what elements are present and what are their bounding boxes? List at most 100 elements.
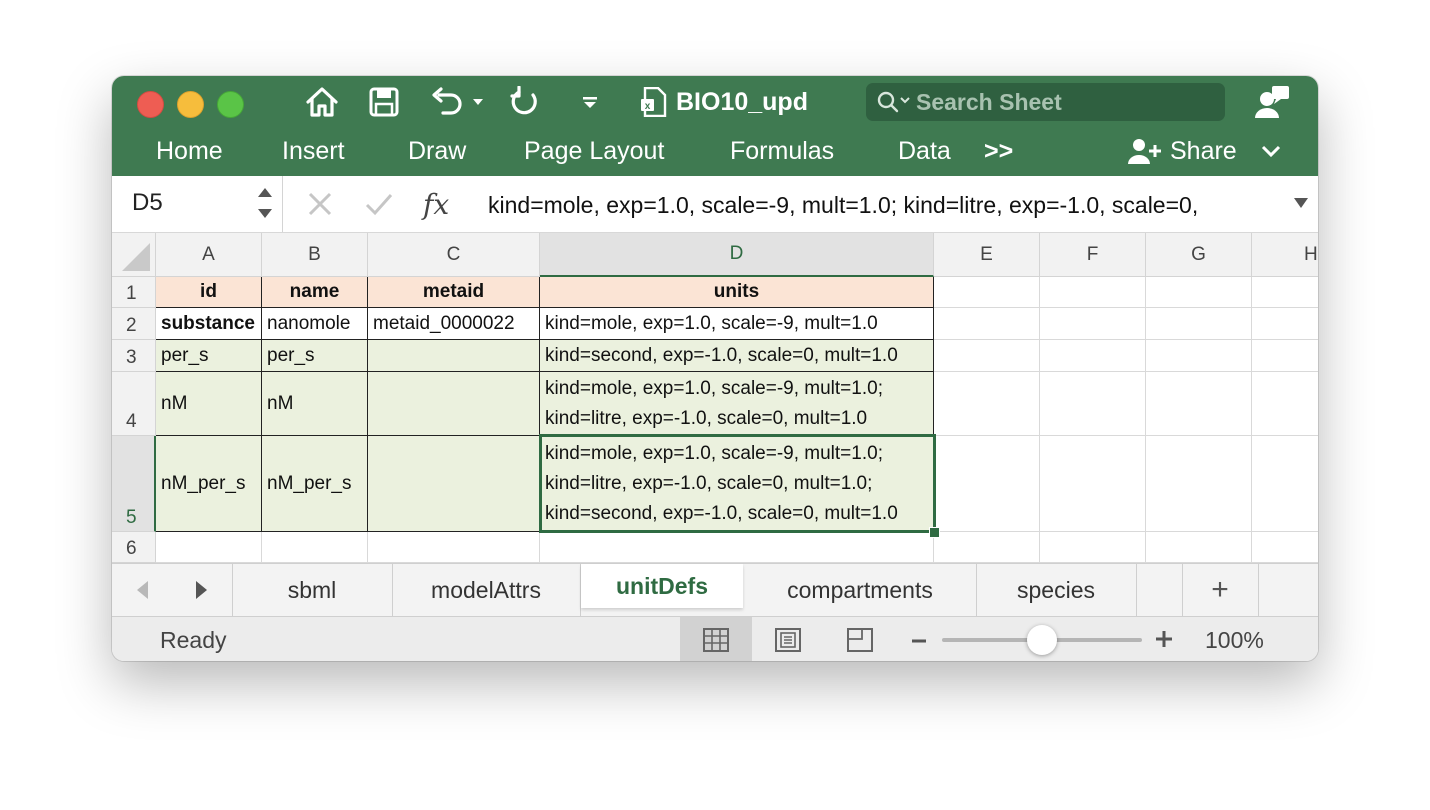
cell-f5[interactable] <box>1040 436 1146 532</box>
cell-g1[interactable] <box>1146 277 1252 308</box>
cell-c4[interactable] <box>368 372 540 436</box>
cell-f6[interactable] <box>1040 532 1146 563</box>
cell-g5[interactable] <box>1146 436 1252 532</box>
cell-d5[interactable]: kind=mole, exp=1.0, scale=-9, mult=1.0; … <box>540 436 934 532</box>
sheet-tab-truncated[interactable] <box>1136 564 1183 616</box>
previous-sheet-button[interactable] <box>112 564 172 616</box>
cell-e4[interactable] <box>934 372 1040 436</box>
cell-d4[interactable]: kind=mole, exp=1.0, scale=-9, mult=1.0; … <box>540 372 934 436</box>
zoom-out-button[interactable] <box>910 628 928 659</box>
cell-g6[interactable] <box>1146 532 1252 563</box>
redo-icon[interactable] <box>508 86 542 118</box>
cell-c5[interactable] <box>368 436 540 532</box>
name-box-stepper-icon[interactable] <box>256 184 274 227</box>
row-header-1[interactable]: 1 <box>112 277 156 308</box>
cell-d1[interactable]: units <box>540 277 934 308</box>
cell-b1[interactable]: name <box>262 277 368 308</box>
cell-c1[interactable]: metaid <box>368 277 540 308</box>
cell-g2[interactable] <box>1146 308 1252 340</box>
column-header-b[interactable]: B <box>262 233 368 277</box>
cell-c2[interactable]: metaid_0000022 <box>368 308 540 340</box>
formula-input[interactable]: kind=mole, exp=1.0, scale=-9, mult=1.0; … <box>488 192 1198 219</box>
cell-e1[interactable] <box>934 277 1040 308</box>
share-button[interactable]: Share <box>1128 134 1281 168</box>
zoom-level[interactable]: 100% <box>1205 627 1264 654</box>
next-sheet-button[interactable] <box>172 564 233 616</box>
sheet-tab-sbml[interactable]: sbml <box>232 564 393 616</box>
tab-home[interactable]: Home <box>156 137 223 166</box>
cell-h6[interactable] <box>1252 532 1318 563</box>
comments-person-icon[interactable] <box>1252 86 1292 118</box>
cell-h5[interactable] <box>1252 436 1318 532</box>
save-icon[interactable] <box>367 86 401 118</box>
cell-a3[interactable]: per_s <box>156 340 262 372</box>
cell-c3[interactable] <box>368 340 540 372</box>
cell-e3[interactable] <box>934 340 1040 372</box>
cell-b5[interactable]: nM_per_s <box>262 436 368 532</box>
column-header-a[interactable]: A <box>156 233 262 277</box>
close-window-button[interactable] <box>137 91 164 118</box>
row-header-4[interactable]: 4 <box>112 372 156 436</box>
undo-icon[interactable] <box>428 86 488 118</box>
minimize-window-button[interactable] <box>177 91 204 118</box>
cell-a1[interactable]: id <box>156 277 262 308</box>
customize-toolbar-icon[interactable] <box>578 86 602 118</box>
maximize-window-button[interactable] <box>217 91 244 118</box>
tab-draw[interactable]: Draw <box>408 137 466 166</box>
search-sheet-box[interactable]: Search Sheet <box>866 83 1225 121</box>
tab-insert[interactable]: Insert <box>282 137 345 166</box>
cell-a5[interactable]: nM_per_s <box>156 436 262 532</box>
page-break-view-button[interactable] <box>824 617 896 661</box>
select-all-corner[interactable] <box>112 233 156 277</box>
column-header-g[interactable]: G <box>1146 233 1252 277</box>
insert-function-icon[interactable]: fx <box>423 188 449 221</box>
fill-handle[interactable] <box>929 527 940 538</box>
confirm-check-icon[interactable] <box>365 191 393 217</box>
add-sheet-button[interactable]: + <box>1182 564 1259 616</box>
column-header-c[interactable]: C <box>368 233 540 277</box>
tab-formulas[interactable]: Formulas <box>730 137 834 166</box>
name-box[interactable]: D5 <box>112 176 283 232</box>
cell-d6[interactable] <box>540 532 934 563</box>
home-icon[interactable] <box>303 86 341 118</box>
sheet-tab-unitdefs[interactable]: unitDefs <box>581 564 743 608</box>
sheet-tab-species[interactable]: species <box>976 564 1137 616</box>
cell-h3[interactable] <box>1252 340 1318 372</box>
cell-f4[interactable] <box>1040 372 1146 436</box>
normal-view-button[interactable] <box>680 617 752 661</box>
cell-d3[interactable]: kind=second, exp=-1.0, scale=0, mult=1.0 <box>540 340 934 372</box>
cancel-x-icon[interactable] <box>307 191 333 217</box>
cell-h2[interactable] <box>1252 308 1318 340</box>
zoom-slider[interactable] <box>942 625 1142 655</box>
row-header-6[interactable]: 6 <box>112 532 156 563</box>
cell-e6[interactable] <box>934 532 1040 563</box>
expand-formula-icon[interactable] <box>1293 196 1309 215</box>
sheet-tab-modelattrs[interactable]: modelAttrs <box>392 564 581 616</box>
zoom-in-button[interactable] <box>1154 628 1174 655</box>
cell-g4[interactable] <box>1146 372 1252 436</box>
column-header-f[interactable]: F <box>1040 233 1146 277</box>
sheet-tab-compartments[interactable]: compartments <box>744 564 977 616</box>
column-header-d[interactable]: D <box>540 233 934 277</box>
cell-a4[interactable]: nM <box>156 372 262 436</box>
ribbon-overflow-button[interactable]: >> <box>984 137 1013 166</box>
zoom-slider-thumb[interactable] <box>1027 625 1057 655</box>
column-header-e[interactable]: E <box>934 233 1040 277</box>
column-header-h[interactable]: H <box>1252 233 1318 277</box>
page-layout-view-button[interactable] <box>752 617 824 661</box>
cell-h1[interactable] <box>1252 277 1318 308</box>
cell-h4[interactable] <box>1252 372 1318 436</box>
cell-f3[interactable] <box>1040 340 1146 372</box>
cell-b4[interactable]: nM <box>262 372 368 436</box>
cell-f1[interactable] <box>1040 277 1146 308</box>
row-header-5[interactable]: 5 <box>112 436 156 532</box>
row-header-3[interactable]: 3 <box>112 340 156 372</box>
cell-b3[interactable]: per_s <box>262 340 368 372</box>
cell-b6[interactable] <box>262 532 368 563</box>
cell-a6[interactable] <box>156 532 262 563</box>
row-header-2[interactable]: 2 <box>112 308 156 340</box>
cell-c6[interactable] <box>368 532 540 563</box>
cell-b2[interactable]: nanomole <box>262 308 368 340</box>
worksheet-grid[interactable]: A B C D E F G H 1 2 3 4 5 6 id name meta… <box>112 233 1318 563</box>
cell-e5[interactable] <box>934 436 1040 532</box>
